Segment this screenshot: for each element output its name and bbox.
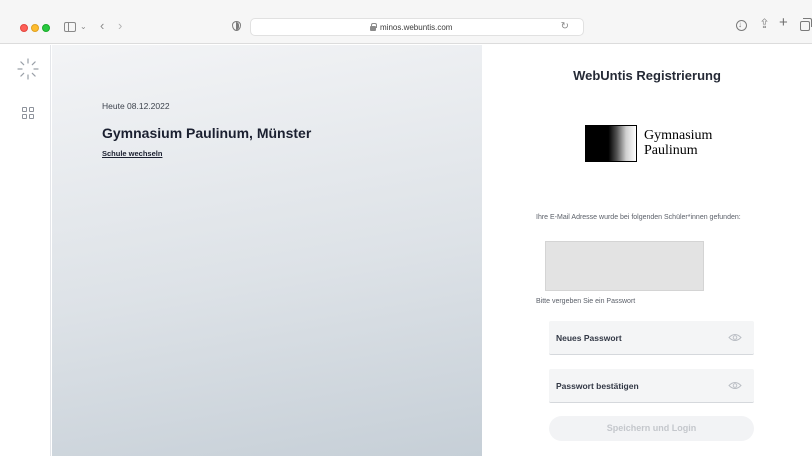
student-list-box [545, 241, 704, 291]
logo-text: Gymnasium Paulinum [644, 128, 734, 158]
chevron-down-icon[interactable]: ⌄ [80, 21, 87, 32]
minimize-window-button[interactable] [31, 24, 39, 32]
url-text: minos.webuntis.com [380, 23, 453, 32]
school-info-panel: Heute 08.12.2022 Gymnasium Paulinum, Mün… [52, 45, 482, 456]
address-bar[interactable]: minos.webuntis.com ↻ [250, 18, 584, 36]
save-and-login-button[interactable]: Speichern und Login [549, 416, 754, 441]
back-icon[interactable]: ‹ [100, 19, 104, 32]
shield-icon[interactable] [232, 21, 241, 31]
change-school-link[interactable]: Schule wechseln [102, 149, 162, 158]
left-rail [0, 45, 51, 456]
tab-overview-icon[interactable] [800, 18, 812, 31]
forward-icon[interactable]: › [118, 19, 122, 32]
lock-icon [370, 23, 377, 31]
new-password-placeholder: Neues Passwort [556, 333, 622, 343]
logo-gradient-block [585, 125, 637, 162]
close-window-button[interactable] [20, 24, 28, 32]
zoom-window-button[interactable] [42, 24, 50, 32]
reload-icon[interactable]: ↻ [561, 21, 569, 32]
show-password-icon[interactable] [728, 333, 742, 342]
current-date: Heute 08.12.2022 [102, 101, 170, 111]
page-title: WebUntis Registrierung [573, 68, 721, 83]
show-password-icon[interactable] [728, 381, 742, 390]
logo-line-2: Paulinum [644, 143, 698, 158]
dashboard-grid-icon[interactable] [22, 107, 35, 120]
sidebar-toggle-icon[interactable] [64, 22, 76, 32]
school-logo: Gymnasium Paulinum [585, 125, 725, 162]
logo-line-1: Gymnasium [644, 128, 713, 143]
password-hint: Bitte vergeben Sie ein Passwort [536, 298, 636, 305]
confirm-password-field[interactable]: Passwort bestätigen [549, 369, 754, 403]
school-name: Gymnasium Paulinum, Münster [102, 125, 312, 141]
email-info-text: Ihre E-Mail Adresse wurde bei folgenden … [536, 214, 741, 221]
browser-toolbar: ⌄ ‹ › minos.webuntis.com ↻ ⇪ + [0, 0, 812, 44]
share-icon[interactable]: ⇪ [759, 17, 770, 30]
new-password-field[interactable]: Neues Passwort [549, 321, 754, 355]
registration-panel: WebUntis Registrierung Gymnasium Paulinu… [482, 45, 812, 456]
confirm-password-placeholder: Passwort bestätigen [556, 381, 639, 391]
loading-spinner-icon [17, 58, 39, 80]
download-icon[interactable] [736, 19, 747, 31]
new-tab-icon[interactable]: + [779, 15, 788, 30]
